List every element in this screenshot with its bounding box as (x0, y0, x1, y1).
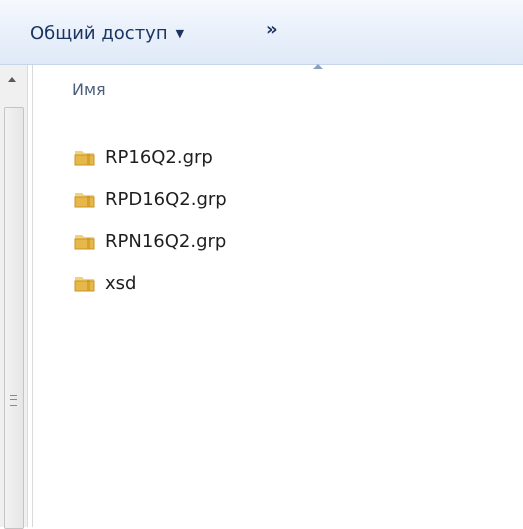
navigation-pane-scrollbar[interactable] (0, 65, 28, 529)
folder-icon (74, 277, 95, 292)
folder-icon (74, 151, 95, 166)
share-button[interactable]: Общий доступ ▼ (30, 20, 184, 46)
folder-icon (74, 235, 95, 250)
file-name: RPN16Q2.grp (105, 230, 227, 252)
list-item[interactable]: RPN16Q2.grp (73, 220, 227, 262)
file-name: RP16Q2.grp (105, 146, 213, 168)
column-header-name[interactable]: Имя (72, 80, 106, 102)
pane-splitter[interactable] (32, 65, 33, 527)
sort-ascending-icon (313, 64, 323, 69)
file-name: xsd (105, 272, 137, 294)
folder-icon (74, 193, 95, 208)
scroll-up-arrow-icon[interactable] (8, 77, 16, 82)
scrollbar-grip-icon (10, 395, 17, 406)
scrollbar-thumb[interactable] (4, 107, 24, 529)
share-button-label: Общий доступ (30, 22, 168, 44)
command-bar: Общий доступ ▼ » (0, 0, 523, 65)
list-item[interactable]: RP16Q2.grp (73, 136, 227, 178)
file-name: RPD16Q2.grp (105, 188, 227, 210)
file-list: RP16Q2.grp RPD16Q2.grp RPN16Q2.grp xsd (73, 136, 227, 304)
list-item[interactable]: xsd (73, 262, 227, 304)
more-commands-button[interactable]: » (266, 19, 278, 45)
dropdown-arrow-icon: ▼ (175, 26, 185, 40)
list-item[interactable]: RPD16Q2.grp (73, 178, 227, 220)
